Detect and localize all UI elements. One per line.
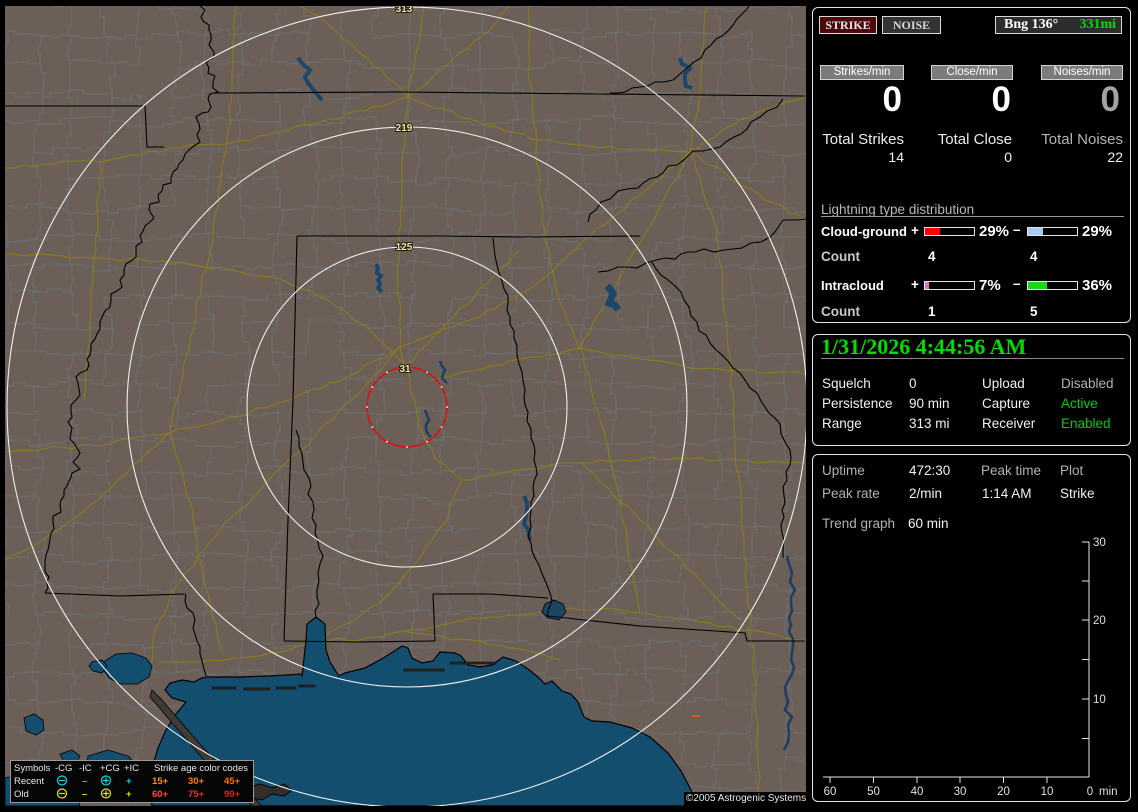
svg-text:30: 30	[954, 786, 967, 798]
svg-text:45+: 45+	[224, 776, 241, 787]
svg-text:219: 219	[396, 123, 413, 134]
svg-text:10: 10	[1041, 786, 1054, 798]
svg-text:90+: 90+	[224, 789, 241, 800]
svg-text:–: –	[82, 789, 87, 800]
svg-text:75+: 75+	[188, 789, 205, 800]
svg-text:Recent: Recent	[14, 776, 44, 787]
svg-text:-CG: -CG	[55, 763, 72, 774]
svg-text:-IC: -IC	[79, 763, 92, 774]
svg-text:min: min	[1099, 786, 1118, 798]
svg-text:–: –	[82, 776, 87, 787]
svg-text:60: 60	[824, 786, 837, 798]
svg-text:50: 50	[867, 786, 880, 798]
svg-text:313: 313	[396, 4, 413, 15]
svg-text:Strike age color codes: Strike age color codes	[154, 763, 248, 774]
svg-text:30+: 30+	[188, 776, 205, 787]
svg-text:+: +	[126, 776, 132, 787]
svg-text:20: 20	[997, 786, 1010, 798]
svg-text:+: +	[126, 789, 132, 800]
svg-text:30: 30	[1093, 537, 1106, 549]
svg-text:0: 0	[1087, 786, 1093, 798]
svg-text:Old: Old	[14, 789, 29, 800]
svg-text:40: 40	[911, 786, 924, 798]
svg-text:+CG: +CG	[100, 763, 120, 774]
svg-text:15+: 15+	[152, 776, 169, 787]
svg-text:Symbols: Symbols	[14, 763, 51, 774]
svg-text:60+: 60+	[152, 789, 169, 800]
svg-text:+IC: +IC	[124, 763, 139, 774]
svg-text:31: 31	[399, 364, 411, 375]
svg-text:10: 10	[1093, 694, 1106, 706]
svg-text:125: 125	[396, 242, 413, 253]
svg-text:20: 20	[1093, 615, 1106, 627]
